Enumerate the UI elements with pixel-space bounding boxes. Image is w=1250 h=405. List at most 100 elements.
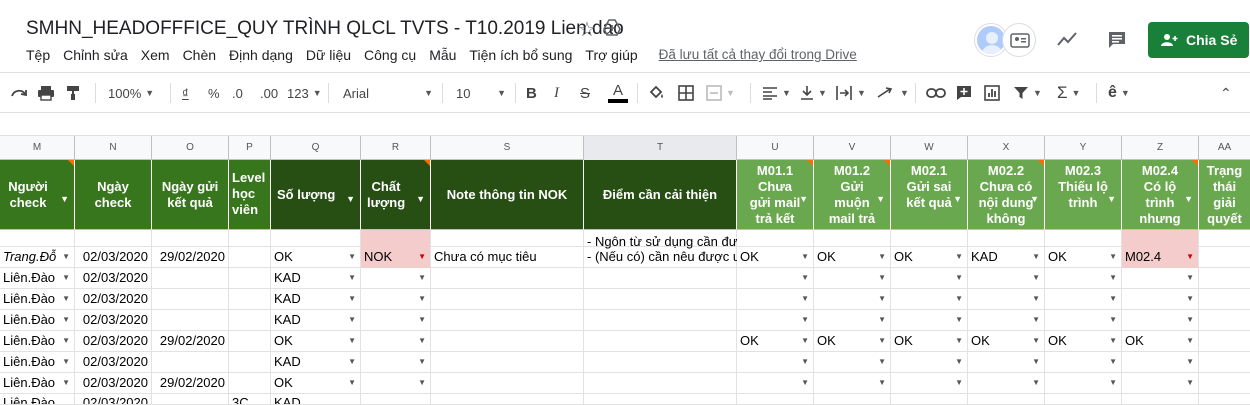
activity-trend-icon[interactable] <box>1056 30 1078 48</box>
header-m01-2[interactable]: M01.2 Gửi muộn mail trả ▼ <box>814 160 891 230</box>
insert-link-icon[interactable] <box>926 73 946 113</box>
cell-trang-thai[interactable] <box>1199 373 1250 394</box>
cell-m02-2[interactable]: ▼ <box>968 310 1045 331</box>
cell-nguoi-check[interactable]: Liên.Đào ▼ <box>0 352 75 373</box>
cell-m02-3[interactable]: ▼ <box>1045 289 1122 310</box>
insert-chart-icon[interactable] <box>984 73 1000 113</box>
header-ngay-check[interactable]: Ngày check <box>75 160 152 230</box>
merge-cells-icon[interactable]: ▼ <box>706 73 735 113</box>
percent-format-button[interactable]: % <box>208 73 220 113</box>
header-ngay-gui-ket-qua[interactable]: Ngày gửi kết quả <box>152 160 229 230</box>
cell-note-nok[interactable] <box>431 289 584 310</box>
cell-m02-2[interactable]: ▼ <box>968 268 1045 289</box>
cell-so-luong[interactable]: KAD ▼ <box>271 310 361 331</box>
cell-m02-4[interactable]: ▼ <box>1122 310 1199 331</box>
cell-m02-3[interactable]: ▼ <box>1045 352 1122 373</box>
cell-m01-1[interactable]: ▼ <box>737 352 814 373</box>
font-size-select[interactable]: 10 ▼ <box>456 73 506 113</box>
cell-level[interactable] <box>229 352 271 373</box>
font-select[interactable]: Arial ▼ <box>343 73 433 113</box>
header-m02-1[interactable]: M02.1 Gửi sai kết quả ▼ <box>891 160 968 230</box>
cell-ngay-gui[interactable] <box>152 268 229 289</box>
cell-ngay-check[interactable]: 02/03/2020 <box>75 331 152 352</box>
fill-color-icon[interactable] <box>648 73 666 113</box>
cell-ngay-gui[interactable]: 29/02/2020 <box>152 331 229 352</box>
zoom-select[interactable]: 100% ▼ <box>108 73 154 113</box>
cell-m02-3[interactable]: ▼ <box>1045 310 1122 331</box>
header-m01-1[interactable]: M01.1 Chưa gửi mail trả kết ▼ <box>737 160 814 230</box>
collaborator-avatar[interactable] <box>1002 23 1036 57</box>
increase-decimal-button[interactable]: .00 <box>260 73 278 113</box>
cell-m01-2[interactable] <box>814 394 891 404</box>
cell-m02-1[interactable]: OK ▼ <box>891 331 968 352</box>
menu-data[interactable]: Dữ liệu <box>306 47 351 63</box>
cell-ngay-gui[interactable]: 29/02/2020 <box>152 373 229 394</box>
cell-m01-2[interactable]: ▼ <box>814 310 891 331</box>
menu-tools[interactable]: Công cụ <box>364 47 416 63</box>
cell-ngay-check[interactable]: 02/03/2020 <box>75 310 152 331</box>
column-header-o[interactable]: O <box>152 136 229 160</box>
cell-m02-1[interactable]: ▼ <box>891 373 968 394</box>
cell-ngay-check[interactable]: 02/03/2020 <box>75 394 152 404</box>
column-header-n[interactable]: N <box>75 136 152 160</box>
cell-level[interactable] <box>229 289 271 310</box>
cell-chat-luong[interactable]: ▼ <box>361 310 431 331</box>
cell-m02-1[interactable] <box>891 394 968 404</box>
cell-m02-4[interactable]: M02.4 ▼ <box>1122 247 1199 268</box>
header-note-thong-tin-nok[interactable]: Note thông tin NOK <box>431 160 584 230</box>
cell-note-nok[interactable] <box>431 394 584 404</box>
cell-nguoi-check[interactable]: Liên.Đào ▼ <box>0 268 75 289</box>
cell-m02-2[interactable] <box>968 394 1045 404</box>
cell-level[interactable] <box>229 268 271 289</box>
cell-m01-1[interactable]: ▼ <box>737 310 814 331</box>
cell-m02-4[interactable]: ▼ <box>1122 352 1199 373</box>
cell-chat-luong[interactable]: ▼ <box>361 268 431 289</box>
text-rotation-icon[interactable]: ▼ <box>876 73 909 113</box>
cell-note-nok[interactable] <box>431 331 584 352</box>
cell-m01-1[interactable]: ▼ <box>737 289 814 310</box>
cell-m02-2[interactable]: ▼ <box>968 352 1045 373</box>
functions-icon[interactable]: Σ ▼ <box>1057 73 1080 113</box>
column-header-y[interactable]: Y <box>1045 136 1122 160</box>
cell-m02-4[interactable] <box>1122 394 1199 404</box>
cell-nguoi-check[interactable]: Liên.Đào ▼ <box>0 310 75 331</box>
cell-so-luong[interactable]: KAD <box>271 394 361 404</box>
cell-m02-4[interactable]: OK ▼ <box>1122 331 1199 352</box>
header-diem-can-cai-thien[interactable]: Điểm cần cải thiện <box>584 160 737 230</box>
bold-icon[interactable]: B <box>526 73 537 113</box>
move-to-drive-icon[interactable] <box>603 19 621 37</box>
menu-file[interactable]: Tệp <box>26 47 50 63</box>
cell-ngay-gui[interactable] <box>152 310 229 331</box>
header-level-hoc-vien[interactable]: Level học viên <box>229 160 271 230</box>
menu-addons[interactable]: Tiện ích bổ sung <box>469 47 572 63</box>
cell-nguoi-check[interactable]: Liên.Đào ▼ <box>0 331 75 352</box>
cell-note-nok[interactable]: Chưa có mục tiêu <box>431 247 584 268</box>
cell-trang-thai[interactable] <box>1199 331 1250 352</box>
cell-m01-1[interactable]: OK ▼ <box>737 247 814 268</box>
column-header-r[interactable]: R <box>361 136 431 160</box>
cell-ngay-gui[interactable] <box>152 289 229 310</box>
column-header-w[interactable]: W <box>891 136 968 160</box>
header-m02-3[interactable]: M02.3 Thiếu lộ trình ▼ <box>1045 160 1122 230</box>
cell-m02-1[interactable]: ▼ <box>891 268 968 289</box>
cell-nguoi-check[interactable]: Liên.Đào <box>0 394 75 404</box>
cell-diem-can-cai-thien[interactable] <box>584 310 737 331</box>
text-color-icon[interactable]: A <box>608 73 628 113</box>
cell-m01-2[interactable]: ▼ <box>814 268 891 289</box>
cell-m01-1[interactable] <box>737 394 814 404</box>
cell-nguoi-check[interactable]: Liên.Đào ▼ <box>0 289 75 310</box>
column-header-q[interactable]: Q <box>271 136 361 160</box>
column-header-u[interactable]: U <box>737 136 814 160</box>
cell-trang-thai[interactable] <box>1199 310 1250 331</box>
cell-so-luong[interactable]: OK ▼ <box>271 247 361 268</box>
save-status-link[interactable]: Đã lưu tất cả thay đổi trong Drive <box>659 47 857 63</box>
cell-so-luong[interactable]: KAD ▼ <box>271 289 361 310</box>
cell-so-luong[interactable]: KAD ▼ <box>271 268 361 289</box>
cell-level[interactable] <box>229 331 271 352</box>
input-tools-icon[interactable]: ê ▼ <box>1108 73 1130 113</box>
borders-icon[interactable] <box>678 73 694 113</box>
cell-diem-can-cai-thien[interactable] <box>584 331 737 352</box>
cell-chat-luong[interactable]: ▼ <box>361 352 431 373</box>
cell-note-nok[interactable] <box>431 352 584 373</box>
cell-trang-thai[interactable] <box>1199 268 1250 289</box>
